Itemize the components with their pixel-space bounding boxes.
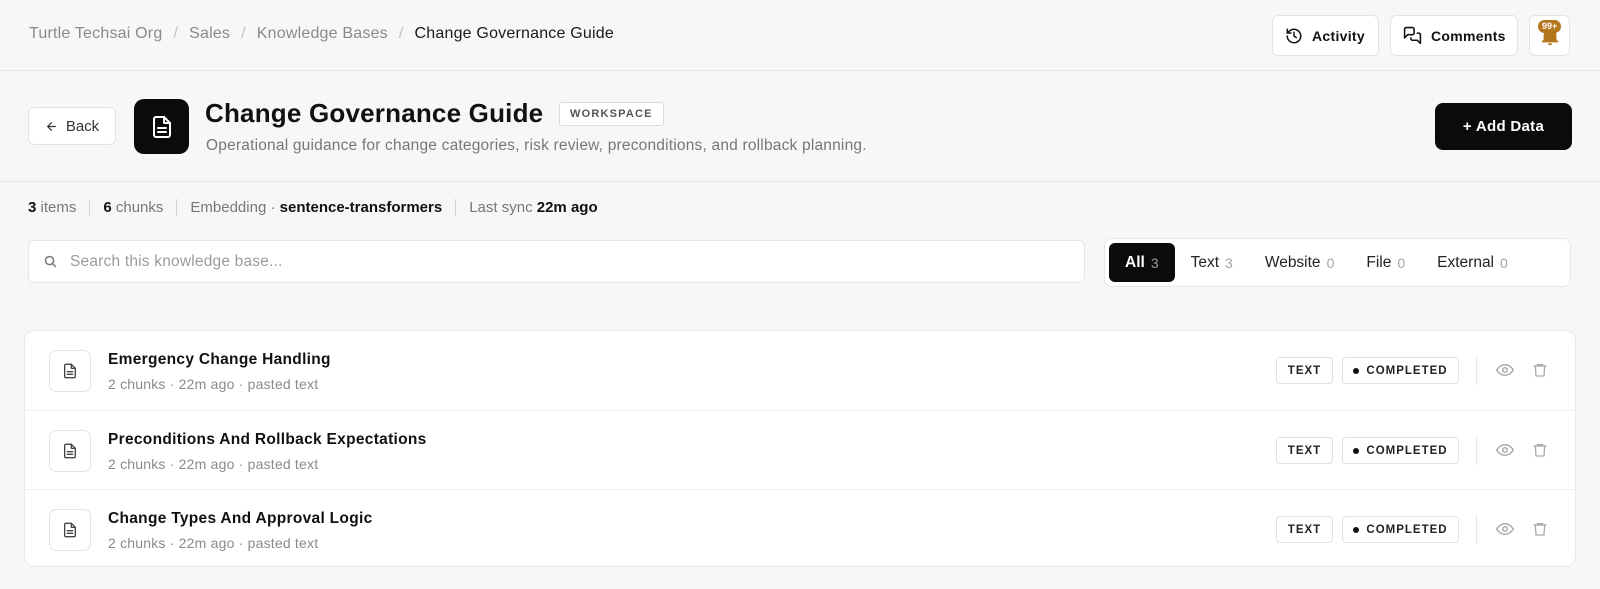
item-meta: 2 chunks · 22m ago · pasted text	[108, 456, 319, 472]
search-box	[28, 240, 1085, 283]
breadcrumb-org[interactable]: Turtle Techsai Org	[29, 25, 162, 43]
comments-button[interactable]: Comments	[1390, 15, 1518, 56]
list-item[interactable]: Change Types And Approval Logic 2 chunks…	[25, 489, 1575, 568]
history-icon	[1285, 27, 1303, 45]
page-description: Operational guidance for change categori…	[206, 137, 867, 154]
top-actions: Activity Comments 99+	[1272, 15, 1570, 56]
add-data-button[interactable]: + Add Data	[1435, 103, 1572, 150]
document-icon	[49, 350, 91, 392]
chunks-stat: 6 chunks	[103, 199, 164, 216]
stat-divider	[89, 199, 91, 216]
notification-count-badge: 99+	[1538, 20, 1562, 33]
item-title[interactable]: Change Types And Approval Logic	[108, 510, 373, 528]
notifications-button[interactable]: 99+	[1529, 15, 1570, 56]
search-icon	[43, 254, 58, 269]
document-icon	[134, 99, 189, 154]
comments-icon	[1403, 26, 1422, 45]
kb-stats: 3 items 6 chunks Embedding · sentence-tr…	[28, 199, 598, 216]
status-dot	[1353, 367, 1360, 374]
item-meta: 2 chunks · 22m ago · pasted text	[108, 376, 319, 392]
tab-external[interactable]: External 0	[1421, 243, 1524, 282]
search-input[interactable]	[70, 252, 1050, 271]
tab-text[interactable]: Text 3	[1175, 243, 1249, 282]
type-badge: TEXT	[1276, 516, 1333, 543]
tab-website[interactable]: Website 0	[1249, 243, 1351, 282]
top-bar: Turtle Techsai Org / Sales / Knowledge B…	[0, 0, 1600, 71]
list-item[interactable]: Emergency Change Handling 2 chunks · 22m…	[25, 331, 1575, 410]
eye-icon[interactable]	[1495, 519, 1515, 539]
breadcrumb-separator: /	[173, 25, 179, 42]
eye-icon[interactable]	[1495, 440, 1515, 460]
tab-all[interactable]: All 3	[1109, 243, 1175, 282]
list-item[interactable]: Preconditions And Rollback Expectations …	[25, 410, 1575, 489]
page-title: Change Governance Guide	[205, 98, 544, 128]
breadcrumb-knowledge-bases[interactable]: Knowledge Bases	[257, 25, 388, 43]
workspace-badge: WORKSPACE	[559, 102, 664, 126]
items-list: Emergency Change Handling 2 chunks · 22m…	[24, 330, 1576, 567]
activity-button[interactable]: Activity	[1272, 15, 1379, 56]
status-badge: COMPLETED	[1342, 437, 1459, 464]
items-stat: 3 items	[28, 199, 77, 216]
breadcrumb-current: Change Governance Guide	[414, 25, 614, 42]
status-badge: COMPLETED	[1342, 516, 1459, 543]
item-meta: 2 chunks · 22m ago · pasted text	[108, 535, 319, 551]
trash-icon[interactable]	[1530, 360, 1550, 380]
breadcrumb-separator: /	[241, 25, 246, 42]
trash-icon[interactable]	[1530, 519, 1550, 539]
activity-label: Activity	[1312, 27, 1365, 44]
tab-file[interactable]: File 0	[1350, 243, 1421, 282]
filter-tabs: All 3 Text 3 Website 0 File 0 External 0	[1104, 238, 1571, 287]
stat-divider	[455, 199, 457, 216]
breadcrumb-separator: /	[398, 25, 404, 42]
item-title[interactable]: Preconditions And Rollback Expectations	[108, 431, 427, 449]
type-badge: TEXT	[1276, 357, 1333, 384]
sync-stat: Last sync 22m ago	[469, 199, 598, 216]
back-button[interactable]: Back	[28, 107, 116, 145]
breadcrumb-sales[interactable]: Sales	[189, 25, 230, 43]
status-dot	[1353, 447, 1360, 454]
trash-icon[interactable]	[1530, 440, 1550, 460]
kb-header: Back Change Governance Guide WORKSPACE O…	[0, 71, 1600, 182]
document-icon	[49, 509, 91, 551]
document-icon	[49, 430, 91, 472]
stat-divider	[176, 199, 178, 216]
status-dot	[1353, 526, 1360, 533]
row-divider	[1476, 436, 1477, 465]
row-divider	[1476, 356, 1477, 385]
comments-label: Comments	[1431, 27, 1506, 44]
embedding-stat: Embedding · sentence-transformers	[190, 199, 443, 216]
item-title[interactable]: Emergency Change Handling	[108, 351, 331, 369]
arrow-left-icon	[45, 120, 58, 133]
back-label: Back	[65, 117, 100, 135]
row-divider	[1476, 515, 1477, 544]
status-badge: COMPLETED	[1342, 357, 1459, 384]
breadcrumb: Turtle Techsai Org / Sales / Knowledge B…	[29, 25, 614, 43]
eye-icon[interactable]	[1495, 360, 1515, 380]
type-badge: TEXT	[1276, 437, 1333, 464]
